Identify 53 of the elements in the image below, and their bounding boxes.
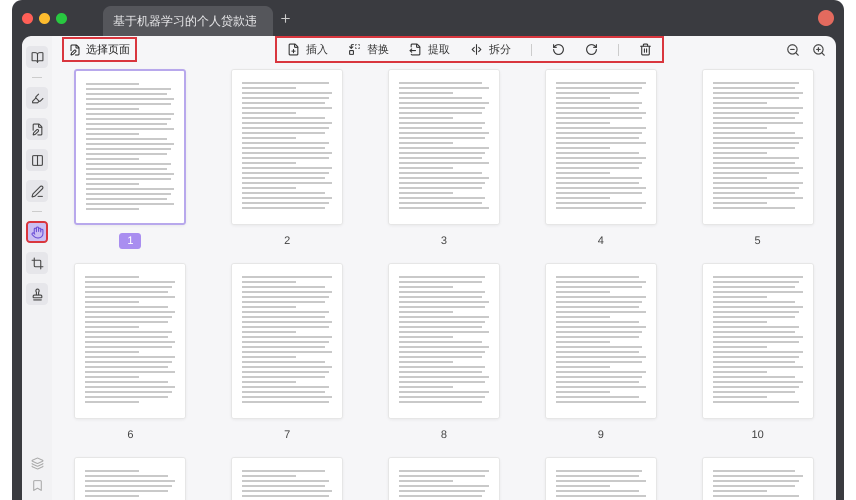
delete-button[interactable] — [639, 43, 652, 56]
page-number: 8 — [440, 428, 448, 443]
document-tab[interactable]: 基于机器学习的个人贷款违 — [103, 6, 273, 36]
zoom-out-icon[interactable] — [786, 42, 800, 56]
insert-icon — [287, 43, 300, 56]
bookmark-icon[interactable] — [30, 479, 44, 492]
page-number: 2 — [283, 234, 292, 249]
close-button[interactable] — [22, 12, 33, 24]
page-number: 7 — [283, 428, 292, 443]
extract-button[interactable]: 提取 — [409, 42, 450, 57]
sign-icon — [30, 184, 44, 198]
layers-icon[interactable] — [30, 457, 44, 470]
hand-icon — [30, 226, 44, 238]
sidebar-tool-button[interactable] — [26, 252, 48, 274]
sidebar-tool-button[interactable] — [26, 283, 48, 305]
stamp-icon — [30, 288, 44, 300]
select-pages-button[interactable]: 选择页面 — [62, 37, 137, 62]
page-number: 3 — [440, 234, 448, 249]
rotate-right-button[interactable] — [585, 43, 598, 56]
form-icon — [30, 154, 44, 166]
page-thumbnail[interactable] — [74, 69, 186, 225]
replace-button[interactable]: 替换 — [348, 42, 389, 57]
minimize-button[interactable] — [39, 12, 50, 24]
rotate-left-icon — [552, 43, 565, 56]
page-number: 5 — [754, 234, 762, 249]
reader-icon — [30, 50, 44, 64]
sidebar-tool-button[interactable] — [26, 180, 48, 202]
extract-icon — [409, 43, 422, 56]
page-number: 1 — [119, 233, 142, 249]
page-number: 9 — [596, 428, 605, 443]
edit-icon — [30, 122, 44, 136]
sidebar-tool-button[interactable] — [26, 46, 48, 68]
split-icon — [470, 43, 483, 56]
sidebar-tool-button[interactable] — [26, 87, 48, 109]
zoom-in-icon[interactable] — [812, 42, 826, 56]
new-tab-icon[interactable] — [279, 12, 292, 24]
select-page-icon — [69, 44, 81, 56]
delete-icon — [639, 43, 652, 56]
split-button[interactable]: 拆分 — [470, 42, 511, 57]
highlighter-icon — [30, 92, 44, 104]
crop-icon — [30, 256, 44, 270]
maximize-button[interactable] — [56, 12, 67, 24]
sidebar-tool-button[interactable] — [26, 149, 48, 171]
sidebar-tool-button[interactable] — [26, 221, 48, 243]
page-number: 6 — [126, 428, 134, 443]
replace-icon — [348, 43, 361, 56]
page-number: 10 — [750, 428, 765, 443]
sidebar-tool-button[interactable] — [26, 118, 48, 140]
insert-button[interactable]: 插入 — [287, 42, 328, 57]
rotate-right-icon — [585, 43, 598, 56]
avatar[interactable] — [818, 10, 834, 26]
rotate-left-button[interactable] — [552, 43, 565, 56]
page-number: 4 — [596, 234, 605, 249]
